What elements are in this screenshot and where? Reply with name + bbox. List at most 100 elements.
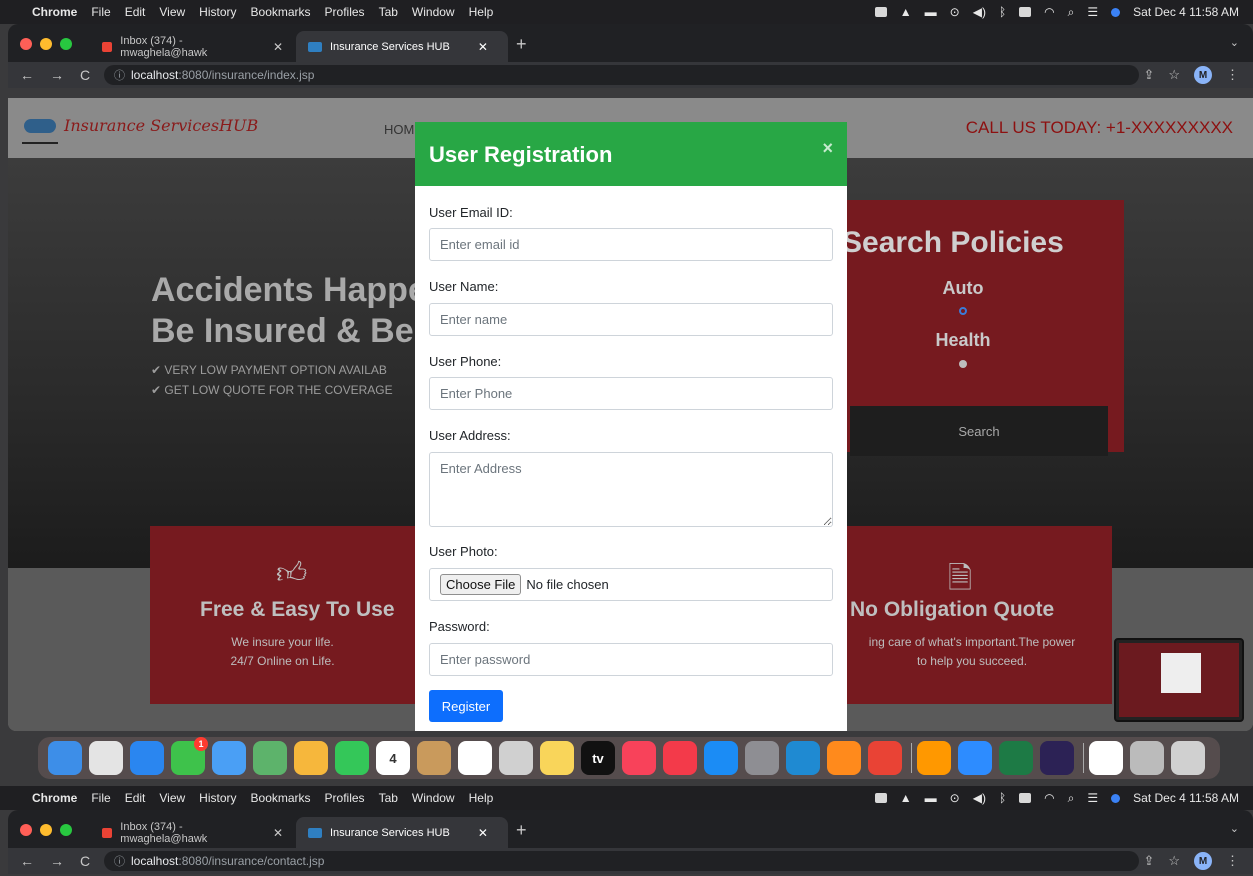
news-icon[interactable] (663, 741, 697, 775)
minimize-window-icon[interactable] (40, 824, 52, 836)
nav-home-link[interactable]: HOM (384, 122, 414, 137)
notes-icon[interactable] (540, 741, 574, 775)
battery-icon[interactable] (1019, 7, 1032, 17)
tab-search-chevron-icon[interactable]: ⌄ (1230, 822, 1239, 835)
control-center-icon[interactable]: ☰ (1087, 5, 1098, 19)
wifi-icon[interactable]: ◠ (1044, 791, 1054, 805)
menu-help[interactable]: Help (469, 5, 494, 19)
menu-bookmarks[interactable]: Bookmarks (251, 5, 311, 19)
eclipse-icon[interactable] (1040, 741, 1074, 775)
close-tab-icon[interactable]: ✕ (478, 826, 488, 840)
menu-edit[interactable]: Edit (125, 791, 146, 805)
menu-profiles[interactable]: Profiles (325, 791, 365, 805)
trash-icon[interactable] (1171, 741, 1205, 775)
mail-icon[interactable] (212, 741, 246, 775)
share-icon[interactable]: ⇪ (1143, 853, 1154, 869)
bluetooth-icon[interactable]: ᛒ (999, 5, 1006, 19)
back-arrow-icon[interactable]: ← (20, 853, 38, 869)
play-icon[interactable]: ⊙ (950, 5, 960, 19)
url-input[interactable]: ⓘ localhost :8080/insurance/index.jsp (104, 65, 1139, 85)
forward-arrow-icon[interactable]: → (50, 67, 68, 83)
menu-bookmarks[interactable]: Bookmarks (251, 791, 311, 805)
siri-icon[interactable] (1111, 793, 1121, 803)
tab-insurance[interactable]: Insurance Services HUB ✕ (296, 817, 508, 848)
siri-icon[interactable] (1111, 7, 1121, 17)
name-field[interactable] (429, 303, 833, 336)
menu-history[interactable]: History (199, 791, 236, 805)
battery-icon[interactable] (1019, 793, 1032, 803)
share-icon[interactable]: ⇪ (1143, 67, 1154, 83)
bookmark-star-icon[interactable]: ☆ (1168, 67, 1180, 83)
calendar-icon[interactable]: 4 (376, 741, 410, 775)
close-window-icon[interactable] (20, 38, 32, 50)
status-app-icon[interactable]: ▲ (900, 791, 912, 805)
photo-file-input[interactable]: Choose File No file chosen (429, 568, 833, 601)
contacts-icon[interactable] (417, 741, 451, 775)
bluetooth-icon[interactable]: ᛒ (999, 791, 1006, 805)
downloads-icon[interactable] (1130, 741, 1164, 775)
close-window-icon[interactable] (20, 824, 32, 836)
spotlight-search-icon[interactable]: ⌕ (1068, 791, 1075, 806)
chrome-icon[interactable] (868, 741, 902, 775)
new-tab-icon[interactable]: + (516, 820, 527, 841)
menu-tab[interactable]: Tab (379, 791, 398, 805)
new-tab-icon[interactable]: + (516, 34, 527, 55)
menu-file[interactable]: File (91, 5, 110, 19)
choose-file-button[interactable]: Choose File (440, 574, 522, 595)
menu-view[interactable]: View (159, 5, 185, 19)
back-arrow-icon[interactable]: ← (20, 67, 38, 83)
menu-file[interactable]: File (91, 791, 110, 805)
screen-record-icon[interactable] (874, 7, 887, 17)
tab-insurance[interactable]: Insurance Services HUB ✕ (296, 31, 508, 62)
close-tab-icon[interactable]: ✕ (273, 40, 283, 54)
close-tab-icon[interactable]: ✕ (273, 826, 283, 840)
site-info-icon[interactable]: ⓘ (114, 853, 125, 869)
fullscreen-window-icon[interactable] (60, 824, 72, 836)
volume-icon[interactable]: ◀) (973, 5, 986, 19)
messages-icon[interactable]: 1 (171, 737, 208, 775)
photos-icon[interactable] (294, 741, 328, 775)
minimize-window-icon[interactable] (40, 38, 52, 50)
email-field[interactable] (429, 228, 833, 261)
password-field[interactable] (429, 643, 833, 676)
radio-health[interactable] (959, 360, 967, 368)
menu-history[interactable]: History (199, 5, 236, 19)
reminders-icon[interactable] (458, 741, 492, 775)
spotlight-search-icon[interactable]: ⌕ (1068, 5, 1075, 20)
system-preferences-icon[interactable] (745, 741, 779, 775)
avatar[interactable]: M (1194, 66, 1212, 84)
app-menu-name[interactable]: Chrome (32, 791, 77, 805)
search-button[interactable]: Search (850, 406, 1108, 456)
launchpad-icon[interactable] (89, 741, 123, 775)
play-icon[interactable]: ⊙ (950, 791, 960, 805)
menu-window[interactable]: Window (412, 791, 455, 805)
reload-icon[interactable]: C (80, 67, 98, 83)
battery-status-icon[interactable]: ▬ (925, 5, 937, 19)
tab-gmail[interactable]: Inbox (374) - mwaghela@hawk ✕ (90, 817, 295, 848)
app-store-icon[interactable] (704, 741, 738, 775)
tv-icon[interactable]: tv (581, 741, 615, 775)
maps-icon[interactable] (253, 741, 287, 775)
zoom-icon[interactable] (958, 741, 992, 775)
sublime-icon[interactable] (917, 741, 951, 775)
facetime-icon[interactable] (335, 741, 369, 775)
screenshot-thumbnail[interactable] (1114, 638, 1244, 722)
url-input[interactable]: ⓘ localhost :8080/insurance/contact.jsp (104, 851, 1139, 871)
address-field[interactable] (429, 452, 833, 527)
preview-doc-icon[interactable] (1089, 741, 1123, 775)
screen-record-icon[interactable] (874, 793, 887, 803)
menu-view[interactable]: View (159, 791, 185, 805)
register-button[interactable]: Register (429, 690, 503, 722)
menu-edit[interactable]: Edit (125, 5, 146, 19)
forward-arrow-icon[interactable]: → (50, 853, 68, 869)
firefox-icon[interactable] (827, 741, 861, 775)
site-info-icon[interactable]: ⓘ (114, 67, 125, 83)
excel-icon[interactable] (999, 741, 1033, 775)
more-menu-icon[interactable]: ⋮ (1226, 853, 1239, 869)
more-menu-icon[interactable]: ⋮ (1226, 67, 1239, 83)
tab-search-chevron-icon[interactable]: ⌄ (1230, 36, 1239, 49)
vscode-icon[interactable] (786, 741, 820, 775)
menu-tab[interactable]: Tab (379, 5, 398, 19)
menubar-datetime[interactable]: Sat Dec 4 11:58 AM (1133, 5, 1239, 19)
avatar[interactable]: M (1194, 852, 1212, 870)
